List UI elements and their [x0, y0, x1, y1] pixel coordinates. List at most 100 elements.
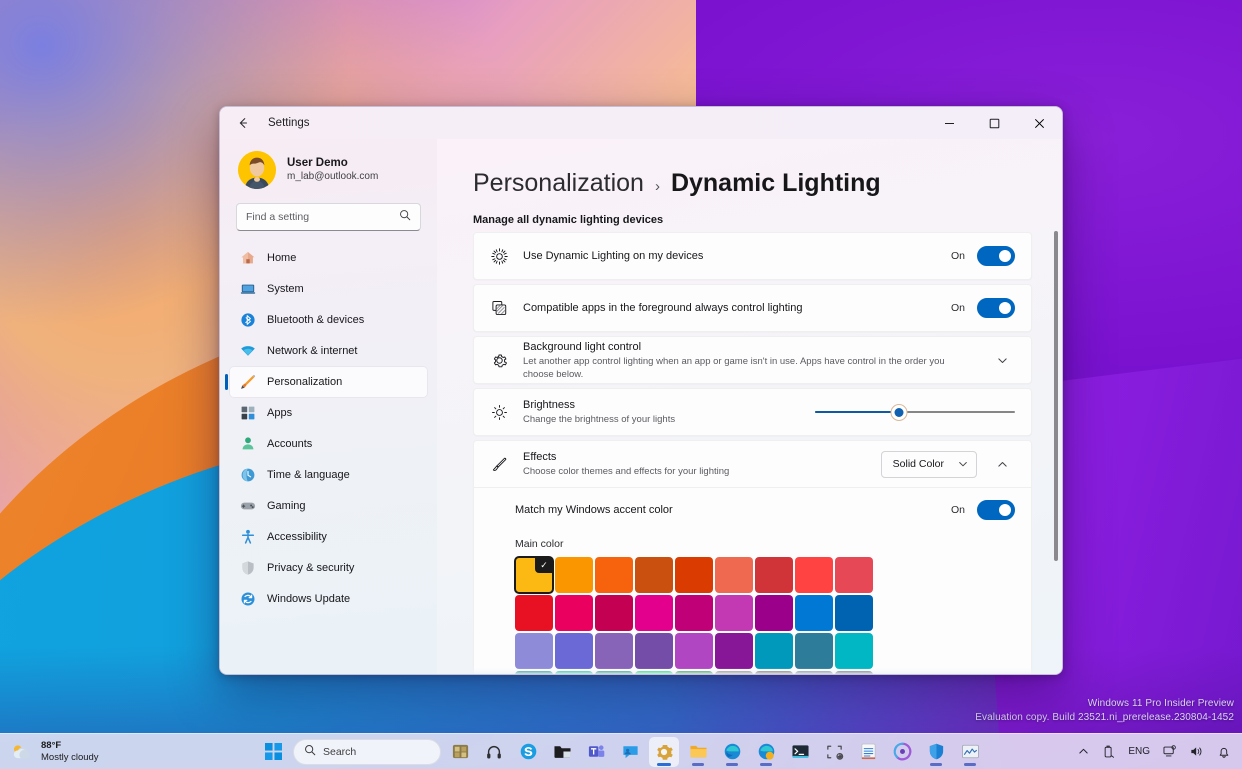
sidebar-item-system[interactable]: System: [230, 274, 427, 304]
color-swatch[interactable]: [555, 595, 593, 631]
effects-dropdown[interactable]: Solid Color: [880, 450, 977, 478]
sidebar-item-home[interactable]: Home: [230, 243, 427, 273]
color-swatch[interactable]: [715, 557, 753, 593]
sidebar-item-time-language[interactable]: Time & language: [230, 460, 427, 490]
color-swatch[interactable]: ✓: [514, 556, 554, 594]
color-swatch[interactable]: [715, 633, 753, 669]
color-swatch[interactable]: [835, 557, 873, 593]
sidebar-item-accessibility[interactable]: Accessibility: [230, 522, 427, 552]
color-swatch[interactable]: [675, 671, 713, 674]
color-swatch[interactable]: [595, 633, 633, 669]
sidebar-item-privacy-security[interactable]: Privacy & security: [230, 553, 427, 583]
color-swatch[interactable]: [715, 671, 753, 674]
app-icon-edge[interactable]: [717, 737, 747, 767]
color-swatch[interactable]: [795, 557, 833, 593]
color-swatch[interactable]: [635, 633, 673, 669]
color-swatch[interactable]: [795, 671, 833, 674]
sidebar-item-gaming[interactable]: Gaming: [230, 491, 427, 521]
sidebar-item-apps[interactable]: Apps: [230, 398, 427, 428]
row-use-dynamic-lighting[interactable]: Use Dynamic Lighting on my devices On: [474, 233, 1031, 279]
volume-icon[interactable]: [1185, 739, 1209, 765]
color-swatch[interactable]: [675, 557, 713, 593]
color-swatch[interactable]: [595, 595, 633, 631]
app-icon-defender[interactable]: [921, 737, 951, 767]
color-swatch[interactable]: [755, 633, 793, 669]
main-scrollbar[interactable]: [1052, 231, 1059, 668]
color-swatch[interactable]: [555, 633, 593, 669]
app-icon-teams[interactable]: [581, 737, 611, 767]
usb-icon[interactable]: [1097, 739, 1120, 765]
color-swatch[interactable]: [715, 595, 753, 631]
user-profile[interactable]: User Demo m_lab@outlook.com: [230, 139, 427, 199]
color-swatch[interactable]: [595, 557, 633, 593]
toggle-use-dynamic-lighting[interactable]: [977, 246, 1015, 266]
app-icon-file-explorer[interactable]: [683, 737, 713, 767]
start-button[interactable]: [257, 737, 289, 767]
toggle-compatible-apps[interactable]: [977, 298, 1015, 318]
chevron-up-icon[interactable]: [989, 451, 1015, 477]
breadcrumb-parent[interactable]: Personalization: [473, 169, 644, 198]
color-swatch[interactable]: [835, 595, 873, 631]
taskbar-weather-widget[interactable]: 88°F Mostly cloudy: [0, 740, 240, 764]
color-swatch[interactable]: [595, 671, 633, 674]
color-swatch[interactable]: [515, 595, 553, 631]
sidebar-item-accounts[interactable]: Accounts: [230, 429, 427, 459]
taskbar-search[interactable]: Search: [293, 738, 441, 765]
sidebar-item-network-internet[interactable]: Network & internet: [230, 336, 427, 366]
toggle-match-accent-color[interactable]: [977, 500, 1015, 520]
window-title-bar[interactable]: Settings: [220, 107, 1062, 139]
minimize-button[interactable]: [927, 107, 972, 139]
color-swatch[interactable]: [795, 633, 833, 669]
color-swatch[interactable]: [675, 595, 713, 631]
notification-icon[interactable]: [1212, 739, 1236, 765]
app-icon-task-manager[interactable]: [955, 737, 985, 767]
close-button[interactable]: [1017, 107, 1062, 139]
color-swatch[interactable]: [515, 633, 553, 669]
row-effects[interactable]: Effects Choose color themes and effects …: [474, 441, 1031, 487]
color-swatch[interactable]: [555, 557, 593, 593]
app-icon-chat[interactable]: [615, 737, 645, 767]
color-swatch[interactable]: [835, 671, 873, 674]
color-swatch[interactable]: [675, 633, 713, 669]
app-icon-terminal[interactable]: [785, 737, 815, 767]
color-swatch[interactable]: [755, 671, 793, 674]
sidebar-search-box[interactable]: [236, 203, 421, 231]
search-input[interactable]: [246, 211, 399, 223]
row-brightness[interactable]: Brightness Change the brightness of your…: [474, 389, 1031, 435]
maximize-button[interactable]: [972, 107, 1017, 139]
brightness-slider[interactable]: [815, 402, 1015, 422]
color-swatch[interactable]: [515, 671, 553, 674]
chevron-down-icon[interactable]: [989, 347, 1015, 373]
app-icon-settings[interactable]: [649, 736, 679, 767]
row-background-light-control[interactable]: Background light control Let another app…: [474, 337, 1031, 383]
color-swatch[interactable]: [555, 671, 593, 674]
back-button[interactable]: [226, 108, 260, 138]
color-swatch[interactable]: [755, 595, 793, 631]
app-icon-notepad[interactable]: [853, 737, 883, 767]
slider-thumb[interactable]: [890, 403, 908, 421]
app-icon-snipping-tool[interactable]: [819, 737, 849, 767]
app-icon-mail-calendar[interactable]: [445, 737, 475, 767]
settings-window[interactable]: Settings User Demo m_lab@outlook.com Fin…: [219, 106, 1063, 675]
app-icon-headphones[interactable]: [479, 737, 509, 767]
app-icon-powertoys[interactable]: [887, 737, 917, 767]
language-indicator[interactable]: ENG: [1123, 739, 1155, 765]
row-match-accent-color[interactable]: Match my Windows accent color On: [474, 488, 1031, 532]
color-swatch[interactable]: [635, 557, 673, 593]
sidebar-item-windows-update[interactable]: Windows Update: [230, 584, 427, 614]
app-icon-file-explorer-dark[interactable]: [547, 737, 577, 767]
color-swatch[interactable]: [635, 595, 673, 631]
row-compatible-apps[interactable]: Compatible apps in the foreground always…: [474, 285, 1031, 331]
app-icon-skype[interactable]: [513, 737, 543, 767]
color-swatch[interactable]: [755, 557, 793, 593]
color-swatch-grid[interactable]: ✓: [514, 556, 1015, 674]
app-icon-edge-canary[interactable]: [751, 737, 781, 767]
scrollbar-thumb[interactable]: [1053, 231, 1058, 561]
color-swatch[interactable]: [635, 671, 673, 674]
color-swatch[interactable]: [795, 595, 833, 631]
sidebar-item-personalization[interactable]: Personalization: [225, 367, 427, 397]
network-icon[interactable]: [1158, 739, 1182, 765]
sidebar-item-bluetooth-devices[interactable]: Bluetooth & devices: [230, 305, 427, 335]
color-swatch[interactable]: [835, 633, 873, 669]
tray-overflow-button[interactable]: [1073, 739, 1094, 765]
